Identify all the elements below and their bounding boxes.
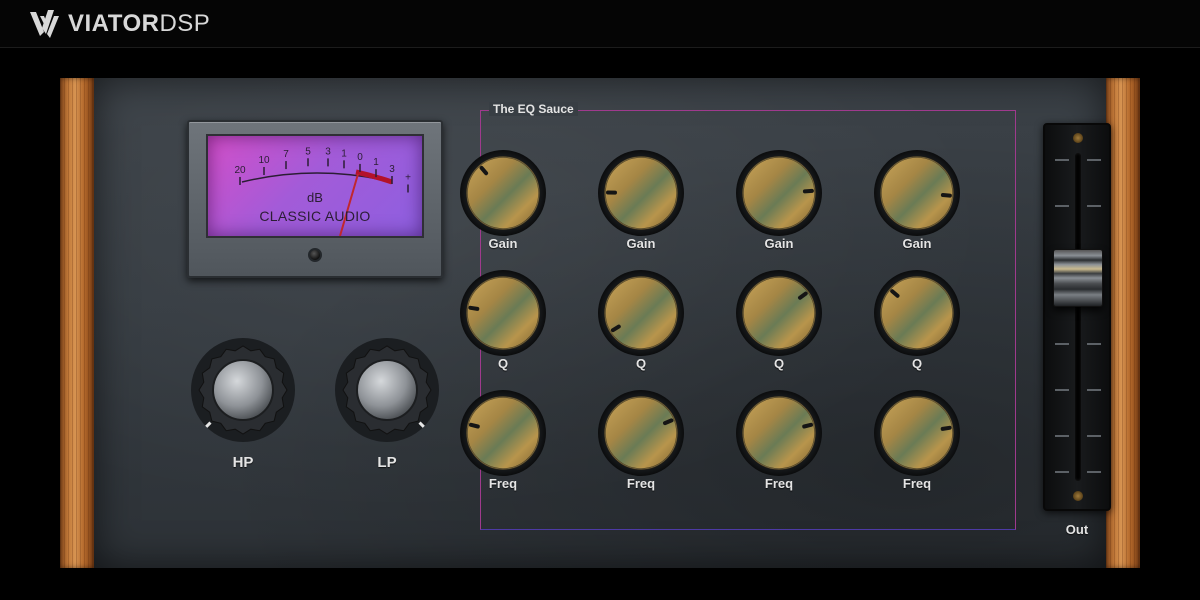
fader-tick	[1055, 159, 1069, 161]
lp-label: LP	[377, 454, 397, 471]
eq-label-gain: Gain	[764, 236, 794, 251]
fader-tick	[1055, 205, 1069, 207]
eq-knob-freq-1[interactable]	[458, 388, 548, 478]
fader-tick	[1055, 471, 1069, 473]
eq-label-q: Q	[773, 356, 785, 371]
eq-knob-freq-3[interactable]	[734, 388, 824, 478]
hp-knob[interactable]	[189, 336, 297, 444]
vu-scale-label: 7	[283, 149, 289, 160]
eq-knob-q-4[interactable]	[872, 268, 962, 358]
eq-knob-gain-4[interactable]	[872, 148, 962, 238]
viator-logo-icon	[30, 10, 59, 38]
eq-knob-freq-2[interactable]	[596, 388, 686, 478]
fader-tick	[1087, 435, 1101, 437]
fader-tick	[1055, 435, 1069, 437]
eq-knob-q-2[interactable]	[596, 268, 686, 358]
vu-scale-label: 1	[341, 148, 347, 159]
eq-label-freq: Freq	[764, 476, 794, 491]
eq-label-q: Q	[497, 356, 509, 371]
eq-knob-gain-2[interactable]	[596, 148, 686, 238]
vu-scale-label: 1	[373, 157, 379, 168]
brand-logo: VIATORDSP	[26, 6, 210, 42]
fader-handle[interactable]	[1053, 249, 1103, 307]
eq-label-freq: Freq	[902, 476, 932, 491]
fader-track[interactable]	[1075, 153, 1081, 481]
output-label: Out	[1065, 522, 1089, 537]
wood-side-left	[60, 78, 94, 568]
eq-label-gain: Gain	[902, 236, 932, 251]
eq-label-freq: Freq	[626, 476, 656, 491]
hp-label: HP	[232, 454, 254, 471]
vu-meter-face: 20 10 7 5 3 1 0 1 3 + dB CLASSIC AUDIO	[206, 134, 424, 238]
fader-tick	[1055, 389, 1069, 391]
fader-screw-bottom	[1073, 491, 1083, 501]
eq-label-freq: Freq	[488, 476, 518, 491]
eq-label-gain: Gain	[488, 236, 518, 251]
top-bar: VIATORDSP	[0, 0, 1200, 48]
fader-tick	[1087, 205, 1101, 207]
eq-label-q: Q	[911, 356, 923, 371]
vu-scale-label: 20	[234, 165, 246, 176]
vu-meter: 20 10 7 5 3 1 0 1 3 + dB CLASSIC AUDIO	[187, 120, 443, 278]
wood-side-right	[1106, 78, 1140, 568]
lp-knob[interactable]	[333, 336, 441, 444]
eq-knob-gain-3[interactable]	[734, 148, 824, 238]
fader-tick	[1087, 471, 1101, 473]
vu-scale-label: 3	[325, 146, 331, 157]
eq-knob-freq-4[interactable]	[872, 388, 962, 478]
brand-name: VIATORDSP	[68, 10, 211, 37]
eq-label-gain: Gain	[626, 236, 656, 251]
vu-unit-label: dB	[307, 190, 323, 205]
eq-knob-gain-1[interactable]	[458, 148, 548, 238]
plugin-window: 20 10 7 5 3 1 0 1 3 + dB CLASSIC AUDIO HP LP The …	[60, 78, 1140, 568]
output-fader[interactable]	[1043, 123, 1111, 511]
fader-tick	[1087, 159, 1101, 161]
main-panel: 20 10 7 5 3 1 0 1 3 + dB CLASSIC AUDIO HP LP The …	[94, 78, 1111, 568]
vu-led-indicator	[308, 248, 322, 262]
vu-scale-label: 10	[258, 155, 270, 166]
eq-knob-q-1[interactable]	[458, 268, 548, 358]
fader-screw-top	[1073, 133, 1083, 143]
vu-scale-label: +	[405, 172, 411, 183]
fader-tick	[1055, 343, 1069, 345]
vu-brand-label: CLASSIC AUDIO	[259, 208, 371, 224]
eq-label-q: Q	[635, 356, 647, 371]
eq-group-title: The EQ Sauce	[489, 102, 578, 116]
fader-tick	[1087, 343, 1101, 345]
fader-tick	[1087, 389, 1101, 391]
eq-knob-q-3[interactable]	[734, 268, 824, 358]
vu-scale-label: 3	[389, 164, 395, 175]
vu-scale-label: 5	[305, 146, 311, 157]
vu-needle	[339, 173, 359, 236]
vu-scale-label: 0	[357, 152, 363, 163]
